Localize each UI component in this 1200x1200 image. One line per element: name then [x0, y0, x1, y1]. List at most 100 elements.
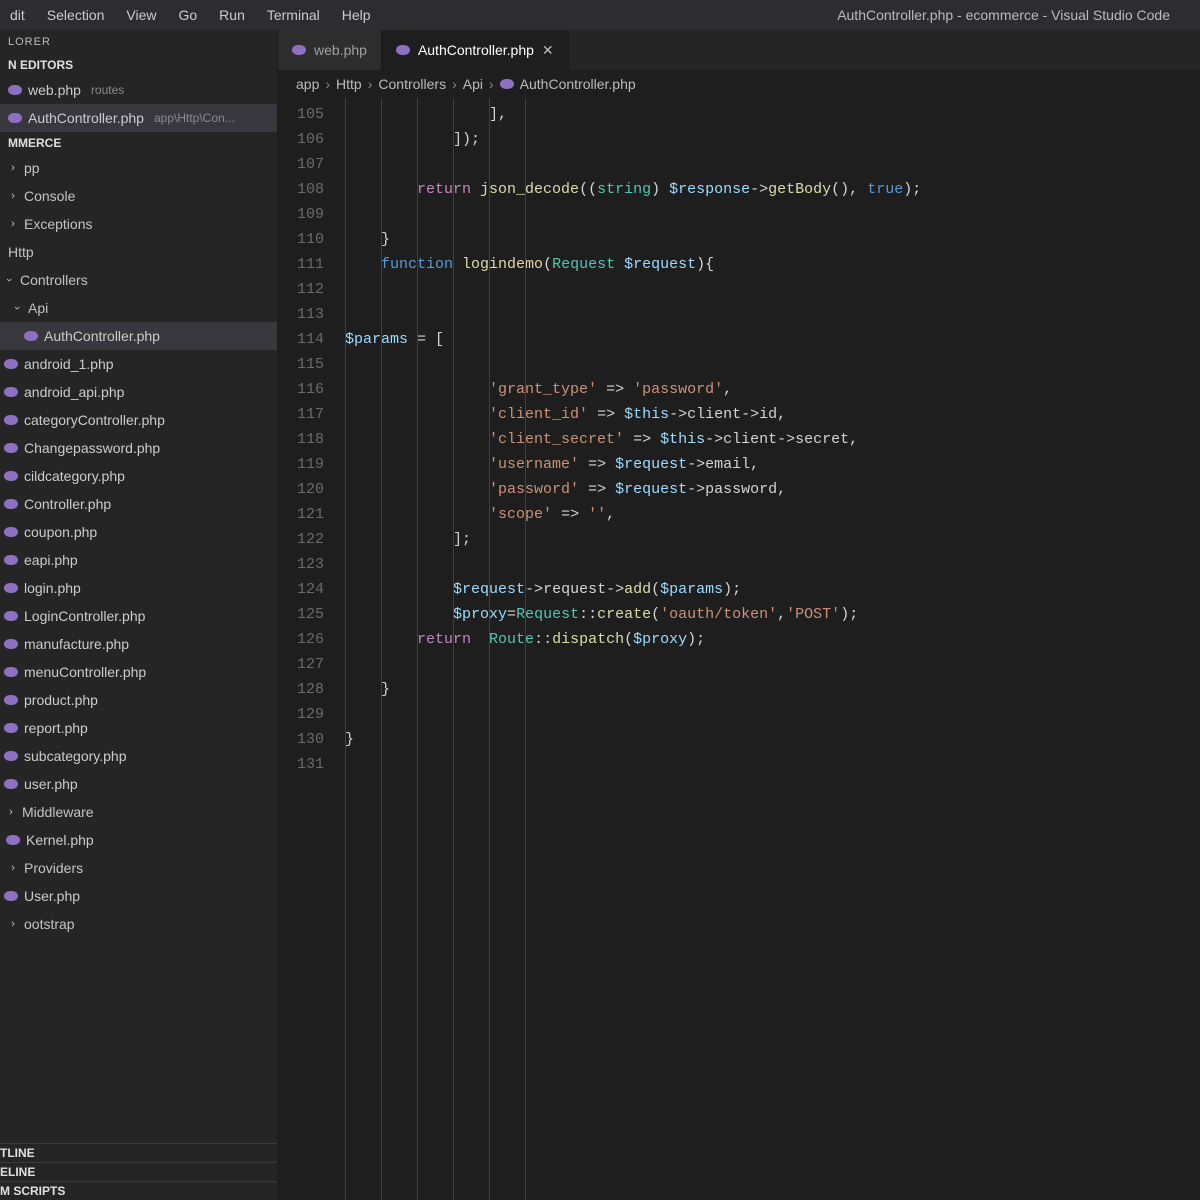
folder-label: Providers — [24, 860, 83, 876]
line-number: 121 — [278, 502, 340, 527]
open-editor-item[interactable]: AuthController.php app\Http\Con... — [0, 104, 277, 132]
folder-item[interactable]: › Exceptions — [0, 210, 277, 238]
line-number: 130 — [278, 727, 340, 752]
file-item[interactable]: user.php — [0, 770, 277, 798]
folder-label: pp — [24, 160, 40, 176]
crumb[interactable]: AuthController.php — [520, 76, 636, 92]
crumb[interactable]: Controllers — [378, 76, 446, 92]
chevron-right-icon: › — [6, 806, 16, 818]
folder-item[interactable]: › Controllers — [0, 266, 277, 294]
php-file-icon — [24, 331, 38, 341]
file-item[interactable]: categoryController.php — [0, 406, 277, 434]
php-file-icon — [4, 555, 18, 565]
line-number: 124 — [278, 577, 340, 602]
menu-view[interactable]: View — [116, 3, 166, 27]
php-file-icon — [4, 667, 18, 677]
line-number: 128 — [278, 677, 340, 702]
file-item[interactable]: subcategory.php — [0, 742, 277, 770]
tab-web-php[interactable]: web.php — [278, 30, 382, 70]
menu-run[interactable]: Run — [209, 3, 255, 27]
file-label: report.php — [24, 720, 88, 736]
menu-selection[interactable]: Selection — [37, 3, 115, 27]
chevron-right-icon: › — [8, 190, 18, 202]
tab-authcontroller[interactable]: AuthController.php ✕ — [382, 30, 569, 70]
npm-scripts-panel[interactable]: M SCRIPTS — [0, 1181, 277, 1200]
folder-item[interactable]: ›Api — [0, 294, 277, 322]
file-item[interactable]: Kernel.php — [0, 826, 277, 854]
file-item[interactable]: login.php — [0, 574, 277, 602]
explorer-title: LORER — [0, 30, 277, 54]
line-number: 106 — [278, 127, 340, 152]
file-label: web.php — [28, 82, 81, 98]
line-number: 116 — [278, 377, 340, 402]
file-label: Controller.php — [24, 496, 111, 512]
folder-label: Exceptions — [24, 216, 92, 232]
file-item[interactable]: product.php — [0, 686, 277, 714]
file-item[interactable]: cildcategory.php — [0, 462, 277, 490]
file-label: login.php — [24, 580, 81, 596]
menu-terminal[interactable]: Terminal — [257, 3, 330, 27]
file-item[interactable]: menuController.php — [0, 658, 277, 686]
file-item[interactable]: coupon.php — [0, 518, 277, 546]
line-number: 129 — [278, 702, 340, 727]
folder-label: Controllers — [20, 272, 88, 288]
line-number: 115 — [278, 352, 340, 377]
project-header[interactable]: MMERCE — [0, 132, 277, 154]
file-item[interactable]: eapi.php — [0, 546, 277, 574]
php-file-icon — [4, 471, 18, 481]
php-file-icon — [4, 779, 18, 789]
file-item[interactable]: manufacture.php — [0, 630, 277, 658]
chevron-right-icon: › — [489, 76, 494, 92]
open-editor-item[interactable]: web.php routes — [0, 76, 277, 104]
crumb[interactable]: Api — [463, 76, 483, 92]
line-number: 131 — [278, 752, 340, 777]
crumb[interactable]: Http — [336, 76, 362, 92]
folder-item[interactable]: ›ootstrap — [0, 910, 277, 938]
file-item[interactable]: android_1.php — [0, 350, 277, 378]
folder-item[interactable]: ›Middleware — [0, 798, 277, 826]
code-editor[interactable]: ], ]); return json_decode((string) $resp… — [340, 98, 1200, 1200]
php-file-icon — [4, 639, 18, 649]
tab-label: AuthController.php — [418, 42, 534, 58]
folder-item[interactable]: › Providers — [0, 854, 277, 882]
menu-help[interactable]: Help — [332, 3, 381, 27]
open-editors-header[interactable]: N EDITORS — [0, 54, 277, 76]
file-item[interactable]: android_api.php — [0, 378, 277, 406]
line-number: 118 — [278, 427, 340, 452]
file-item[interactable]: User.php — [0, 882, 277, 910]
menu-edit[interactable]: dit — [0, 3, 35, 27]
folder-label: Console — [24, 188, 75, 204]
folder-item[interactable]: › Console — [0, 182, 277, 210]
outline-panel[interactable]: TLINE — [0, 1143, 277, 1162]
chevron-right-icon: › — [8, 862, 18, 874]
php-file-icon — [4, 611, 18, 621]
chevron-right-icon: › — [452, 76, 457, 92]
folder-item[interactable]: ›pp — [0, 154, 277, 182]
file-item[interactable]: LoginController.php — [0, 602, 277, 630]
file-label: coupon.php — [24, 524, 97, 540]
menu-go[interactable]: Go — [168, 3, 207, 27]
folder-item[interactable]: Http — [0, 238, 277, 266]
timeline-panel[interactable]: ELINE — [0, 1162, 277, 1181]
file-item[interactable]: Changepassword.php — [0, 434, 277, 462]
editor-tabs: web.php AuthController.php ✕ — [278, 30, 1200, 70]
file-label: menuController.php — [24, 664, 146, 680]
file-item[interactable]: Controller.php — [0, 490, 277, 518]
php-file-icon — [292, 45, 306, 55]
file-item[interactable]: report.php — [0, 714, 277, 742]
php-file-icon — [4, 415, 18, 425]
file-label: eapi.php — [24, 552, 78, 568]
php-file-icon — [4, 527, 18, 537]
file-label: manufacture.php — [24, 636, 129, 652]
crumb[interactable]: app — [296, 76, 319, 92]
chevron-right-icon: › — [8, 218, 18, 230]
chevron-right-icon: › — [8, 918, 18, 930]
chevron-right-icon: › — [368, 76, 373, 92]
chevron-down-icon: › — [3, 275, 15, 285]
php-file-icon — [8, 113, 22, 123]
file-item[interactable]: AuthController.php — [0, 322, 277, 350]
chevron-down-icon: › — [11, 303, 23, 313]
close-icon[interactable]: ✕ — [542, 42, 554, 59]
breadcrumb[interactable]: app› Http› Controllers› Api› AuthControl… — [278, 70, 1200, 98]
php-file-icon — [6, 835, 20, 845]
